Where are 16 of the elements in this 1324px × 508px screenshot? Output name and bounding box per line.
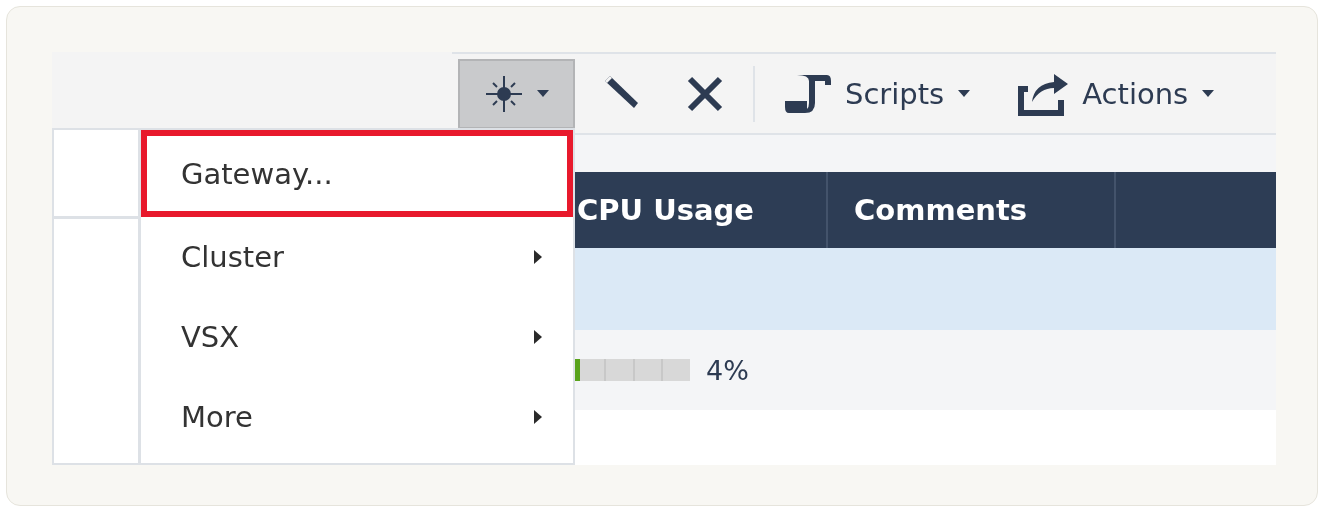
cpu-usage-value: 4% xyxy=(706,354,749,386)
menu-item[interactable]: Cluster xyxy=(141,217,573,297)
close-icon xyxy=(687,75,723,112)
caret-icon xyxy=(536,90,549,97)
submenu-arrow-icon xyxy=(534,330,542,344)
submenu-arrow-icon xyxy=(534,250,542,264)
sparkle-icon xyxy=(484,74,523,113)
export-icon xyxy=(1018,71,1069,116)
new-button[interactable] xyxy=(458,58,575,129)
menu-item[interactable]: Gateway... xyxy=(141,130,573,217)
scripts-button[interactable]: Scripts xyxy=(763,58,993,129)
actions-button[interactable]: Actions xyxy=(996,58,1237,129)
scroll-icon xyxy=(785,72,831,115)
caret-icon xyxy=(958,90,971,97)
submenu-arrow-icon xyxy=(534,410,542,424)
caret-icon xyxy=(1202,90,1215,97)
